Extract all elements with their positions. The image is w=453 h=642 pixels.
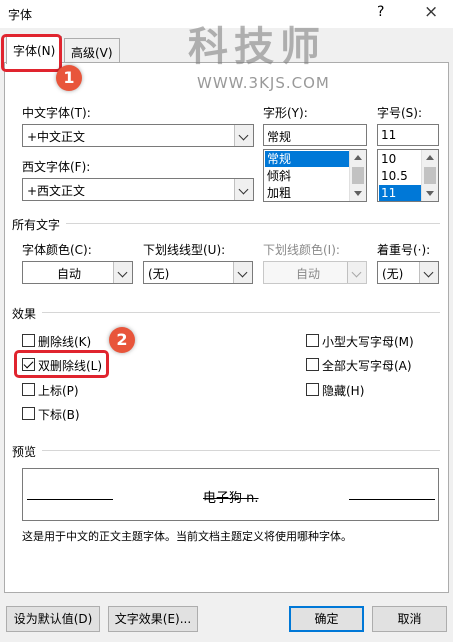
annotation-marker-2: 2 (109, 327, 135, 353)
font-color-label: 字体颜色(C): (22, 243, 92, 257)
watermark-url: WWW.3KJS.COM (197, 74, 330, 92)
scroll-thumb[interactable] (352, 167, 364, 184)
help-button[interactable]: ? (377, 4, 384, 20)
chevron-down-icon[interactable] (233, 262, 252, 283)
subscript-checkbox[interactable] (22, 407, 35, 420)
font-style-list[interactable]: 常规 倾斜 加粗 (263, 149, 367, 202)
subscript-label[interactable]: 下标(B) (38, 406, 80, 423)
underline-style-label: 下划线线型(U): (143, 243, 226, 257)
font-color-combo[interactable]: 自动 (22, 261, 133, 284)
underline-style-combo[interactable]: (无) (143, 261, 253, 284)
list-item[interactable]: 11 (379, 185, 421, 201)
emphasis-mark-label: 着重号(·): (377, 243, 431, 257)
size-list-scrollbar[interactable] (421, 150, 438, 201)
font-style-value: 常规 (267, 130, 292, 144)
chevron-down-icon[interactable] (234, 125, 253, 146)
ok-button[interactable]: 确定 (289, 606, 364, 632)
scroll-down-icon[interactable] (350, 185, 366, 201)
section-divider (42, 450, 440, 451)
preview-section-label: 预览 (12, 445, 37, 459)
western-font-label: 西文字体(F): (22, 160, 91, 174)
preview-baseline-right (349, 499, 435, 500)
all-caps-checkbox[interactable] (306, 358, 319, 371)
window-title: 字体 (8, 8, 33, 22)
emphasis-mark-value: (无) (382, 267, 404, 281)
strikethrough-label[interactable]: 删除线(K) (38, 333, 91, 350)
highlight-double-strikethrough (14, 350, 109, 378)
western-font-combo[interactable]: +西文正文 (22, 178, 254, 201)
set-default-button[interactable]: 设为默认值(D) (6, 606, 100, 632)
font-color-value: 自动 (57, 267, 82, 281)
style-list-scrollbar[interactable] (349, 150, 366, 201)
section-divider (66, 223, 440, 224)
tab-advanced[interactable]: 高级(V) (64, 38, 120, 63)
superscript-checkbox[interactable] (22, 383, 35, 396)
underline-color-combo: 自动 (263, 261, 367, 284)
western-font-value: +西文正文 (27, 184, 86, 198)
scroll-down-icon[interactable] (422, 185, 438, 201)
superscript-label[interactable]: 上标(P) (38, 382, 79, 399)
close-button[interactable]: × (424, 2, 438, 22)
hidden-label[interactable]: 隐藏(H) (322, 382, 364, 399)
scroll-thumb[interactable] (424, 167, 436, 184)
annotation-marker-1: 1 (56, 65, 82, 91)
font-size-label: 字号(S): (377, 106, 423, 120)
effects-section-label: 效果 (12, 307, 37, 321)
chevron-down-icon[interactable] (419, 262, 438, 283)
chevron-down-icon[interactable] (113, 262, 132, 283)
emphasis-mark-combo[interactable]: (无) (377, 261, 439, 284)
watermark-text: 科技师 (188, 24, 326, 70)
list-item[interactable]: 10.5 (379, 168, 421, 184)
chinese-font-value: +中文正文 (27, 130, 86, 144)
small-caps-label[interactable]: 小型大写字母(M) (322, 333, 414, 350)
preview-sample-text: 电子狗 n. (203, 491, 259, 506)
small-caps-checkbox[interactable] (306, 334, 319, 347)
list-item[interactable]: 倾斜 (265, 168, 349, 184)
section-divider (42, 312, 440, 313)
scroll-up-icon[interactable] (422, 150, 438, 166)
font-size-list[interactable]: 10 10.5 11 (377, 149, 439, 202)
text-effects-button[interactable]: 文字效果(E)... (108, 606, 198, 632)
font-style-input[interactable]: 常规 (263, 124, 367, 146)
font-size-input[interactable]: 11 (377, 124, 439, 146)
chevron-down-icon (347, 262, 366, 283)
strikethrough-checkbox[interactable] (22, 334, 35, 347)
chevron-down-icon[interactable] (234, 179, 253, 200)
list-item[interactable]: 加粗 (265, 185, 349, 201)
preview-box: 电子狗 n. (22, 468, 439, 521)
preview-description: 这是用于中文的正文主题字体。当前文档主题定义将使用哪种字体。 (22, 530, 352, 543)
hidden-checkbox[interactable] (306, 383, 319, 396)
underline-color-value: 自动 (296, 267, 321, 281)
chinese-font-label: 中文字体(T): (22, 106, 91, 120)
chinese-font-combo[interactable]: +中文正文 (22, 124, 254, 147)
underline-color-label: 下划线颜色(I): (263, 243, 340, 257)
all-caps-label[interactable]: 全部大写字母(A) (322, 357, 412, 374)
font-size-value: 11 (381, 128, 397, 142)
highlight-font-tab (1, 34, 62, 72)
preview-baseline-left (27, 499, 113, 500)
scroll-up-icon[interactable] (350, 150, 366, 166)
list-item[interactable]: 10 (379, 151, 421, 167)
all-text-section-label: 所有文字 (12, 218, 61, 232)
cancel-button[interactable]: 取消 (372, 606, 447, 632)
underline-style-value: (无) (148, 267, 170, 281)
font-style-label: 字形(Y): (263, 106, 308, 120)
list-item[interactable]: 常规 (265, 151, 349, 167)
